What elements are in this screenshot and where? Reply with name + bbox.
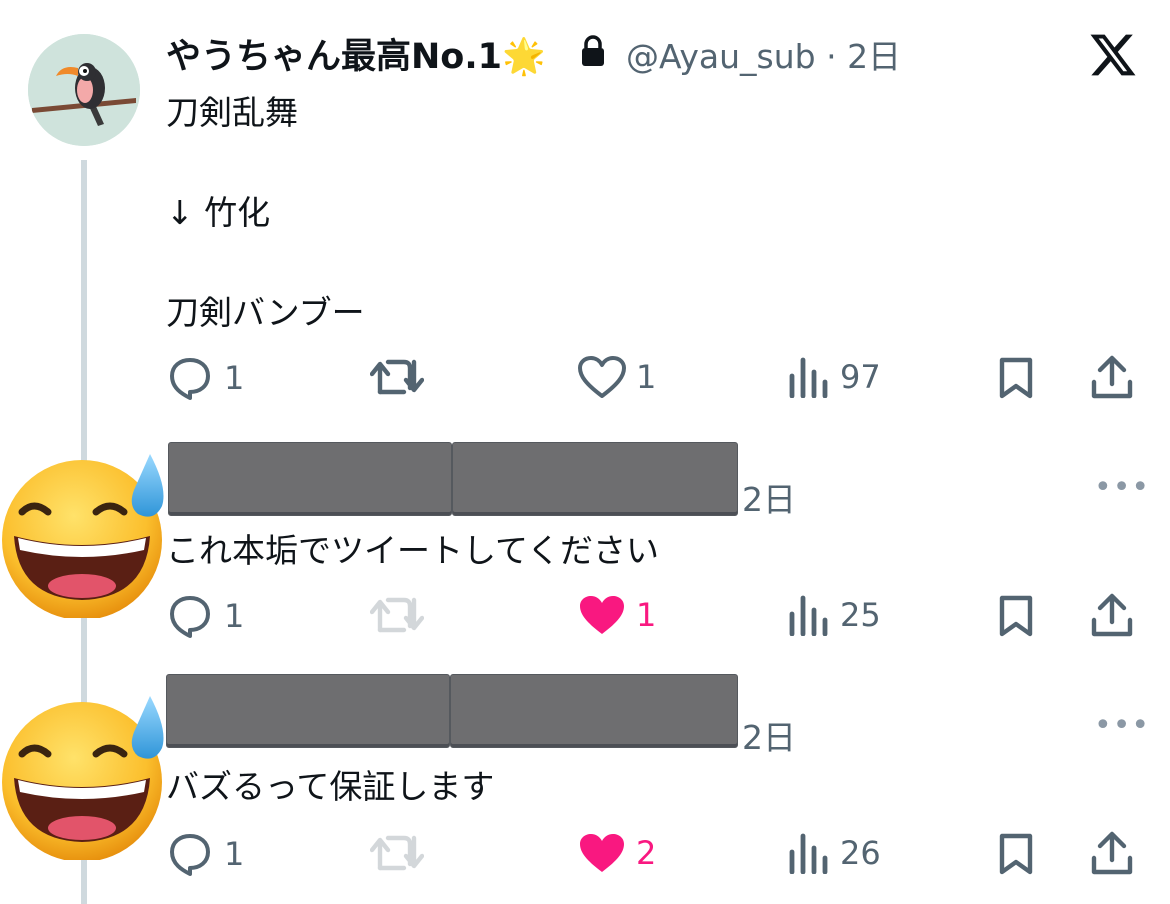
lock-icon (582, 35, 604, 66)
repost-button[interactable] (370, 832, 434, 874)
reply-button[interactable]: 1 (166, 594, 244, 638)
repost-icon (370, 359, 424, 395)
share-button[interactable] (1090, 354, 1134, 400)
reply-avatar-grinning-sweat-emoji[interactable] (0, 690, 170, 860)
star-emoji: 🌟 (502, 37, 546, 77)
bookmark-icon (999, 357, 1033, 399)
heart-filled-icon (580, 834, 624, 872)
like-button[interactable]: 1 (578, 594, 656, 636)
share-button[interactable] (1090, 592, 1134, 638)
redacted-handle (450, 674, 738, 748)
reply-icon (170, 596, 210, 638)
bookmark-button[interactable] (996, 356, 1036, 400)
repost-icon (370, 835, 424, 871)
reply-time[interactable]: 2日 (742, 473, 796, 521)
repost-icon (370, 597, 424, 633)
x-logo-icon[interactable] (1088, 30, 1138, 80)
reply-button[interactable]: 1 (166, 832, 244, 876)
views-button[interactable]: 26 (788, 832, 881, 874)
author-display-name[interactable]: やうちゃん最高No.1🌟 (166, 28, 546, 79)
more-icon[interactable]: ••• (1094, 470, 1150, 505)
views-icon (789, 357, 828, 398)
separator-dot: · (826, 37, 837, 76)
redacted-display-name (166, 674, 450, 748)
share-button[interactable] (1090, 830, 1134, 876)
toucan-avatar-image (28, 34, 140, 146)
post-text-line-3: 刀剣バンブー (166, 293, 365, 332)
views-button[interactable]: 25 (788, 594, 881, 636)
reply-text: これ本垢でツイートしてください (166, 531, 660, 570)
heart-filled-icon (580, 596, 624, 634)
like-button[interactable]: 1 (578, 356, 656, 398)
views-button[interactable]: 97 (788, 356, 881, 398)
reply-text: バズるって保証します (166, 767, 495, 806)
post-time[interactable]: 2日 (847, 37, 901, 76)
repost-button[interactable] (370, 594, 434, 636)
like-button[interactable]: 2 (578, 832, 656, 874)
author-handle[interactable]: @Ayau_sub (626, 37, 816, 76)
more-icon[interactable]: ••• (1094, 708, 1150, 743)
heart-icon (578, 356, 626, 398)
redacted-handle (452, 442, 738, 516)
post-text-line-2: ↓ 竹化 (166, 193, 271, 232)
post-text-line-1: 刀剣乱舞 (166, 93, 298, 132)
repost-button[interactable] (370, 356, 434, 398)
bookmark-icon (999, 595, 1033, 637)
bookmark-icon (999, 833, 1033, 875)
reply-icon (170, 358, 210, 400)
author-handle-line: @Ayau_sub · 2日 (626, 30, 901, 78)
share-icon (1091, 593, 1133, 637)
author-avatar[interactable] (28, 34, 140, 146)
views-icon (789, 833, 828, 874)
reply-icon (170, 834, 210, 876)
reply-button[interactable]: 1 (166, 356, 244, 400)
redacted-display-name (168, 442, 452, 516)
reply-time[interactable]: 2日 (742, 711, 796, 759)
reply-avatar-grinning-sweat-emoji[interactable] (0, 448, 170, 618)
bookmark-button[interactable] (996, 832, 1036, 876)
views-icon (789, 595, 828, 636)
share-icon (1091, 831, 1133, 875)
share-icon (1091, 355, 1133, 399)
bookmark-button[interactable] (996, 594, 1036, 638)
